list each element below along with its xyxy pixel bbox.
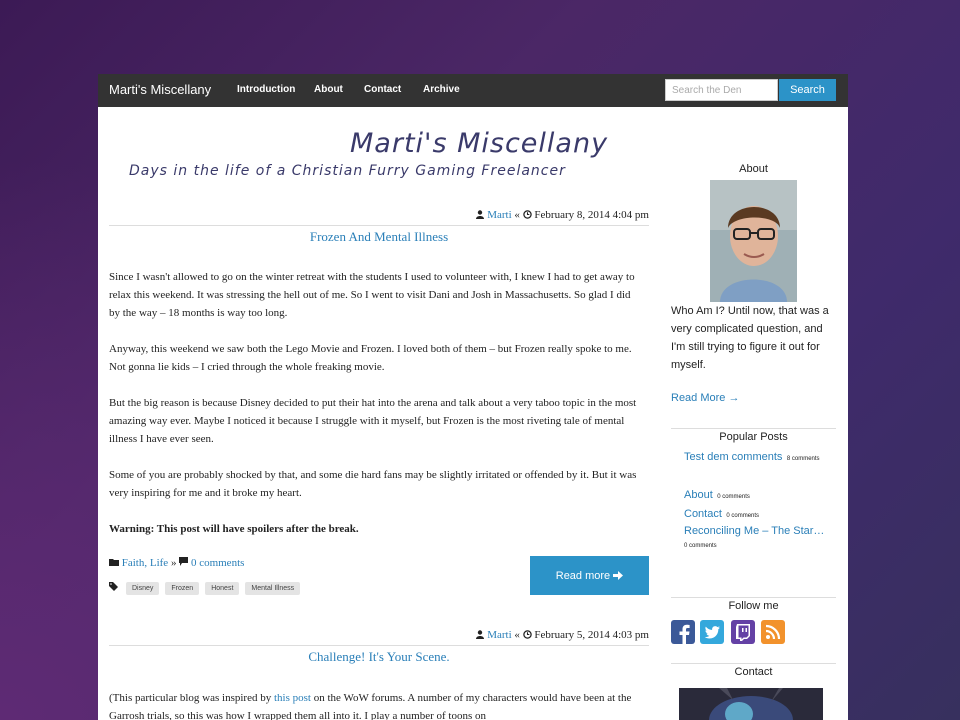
facebook-icon[interactable]: [671, 620, 695, 644]
popular-post-link[interactable]: Reconciling Me – The Star…: [684, 525, 839, 538]
clock-icon: [522, 210, 532, 219]
popular-post-count: 0 comments: [684, 543, 717, 549]
tags-icon: [109, 582, 118, 591]
meta-separator: «: [514, 629, 520, 641]
popular-post-item: Reconciling Me – The Star… 0 comments: [684, 525, 839, 553]
popular-post-item: About 0 comments: [684, 487, 839, 504]
tag[interactable]: Honest: [205, 582, 240, 595]
site-tagline: Days in the life of a Christian Furry Ga…: [129, 163, 566, 179]
post-author-link[interactable]: Marti: [487, 209, 511, 221]
post-meta: Marti « February 8, 2014 4:04 pm: [476, 209, 649, 221]
post-meta: Marti « February 5, 2014 4:03 pm: [476, 629, 649, 641]
clock-icon: [522, 630, 532, 639]
profile-photo: [710, 180, 797, 302]
nav-contact[interactable]: Contact: [364, 84, 401, 95]
divider: [671, 663, 836, 664]
post-categories: Faith, Life » 0 comments: [109, 557, 244, 569]
post-paragraph: (This particular blog was inspired by th…: [109, 689, 639, 720]
brand-link[interactable]: Marti's Miscellany: [109, 82, 211, 97]
post-date: February 5, 2014 4:03 pm: [534, 629, 649, 641]
about-text: Who Am I? Until now, that was a very com…: [671, 305, 829, 371]
post-warning: Warning: This post will have spoilers af…: [109, 523, 359, 535]
sidebar-read-more-link[interactable]: Read More →: [671, 392, 739, 404]
post-date: February 8, 2014 4:04 pm: [534, 209, 649, 221]
arrow-right-icon: [613, 570, 624, 580]
post-author-link[interactable]: Marti: [487, 629, 511, 641]
nav-about[interactable]: About: [314, 84, 343, 95]
divider: [671, 428, 836, 429]
post-title-link[interactable]: Frozen And Mental Illness: [109, 229, 649, 245]
about-heading: About: [739, 163, 768, 175]
meta-separator: «: [514, 209, 520, 221]
follow-heading: Follow me: [728, 600, 779, 612]
nav-archive[interactable]: Archive: [423, 84, 460, 95]
divider: [671, 597, 836, 598]
popular-posts-heading: Popular Posts: [719, 431, 788, 443]
folder-icon: [109, 559, 119, 566]
read-more-label: Read more: [555, 569, 611, 582]
popular-post-item: Contact 0 comments: [684, 506, 839, 523]
avatar: [710, 180, 797, 302]
popular-post-item: Test dem comments 8 comments: [684, 449, 839, 466]
post-paragraph: Some of you are probably shocked by that…: [109, 469, 637, 499]
contact-image[interactable]: [679, 688, 823, 720]
search-input[interactable]: [665, 79, 778, 101]
divider: [109, 645, 649, 646]
comment-icon: [179, 557, 189, 566]
post-title-link[interactable]: Challenge! It's Your Scene.: [109, 649, 649, 665]
divider: [109, 225, 649, 226]
category-links[interactable]: Faith, Life: [122, 557, 168, 569]
post-paragraph: Anyway, this weekend we saw both the Leg…: [109, 343, 632, 373]
user-icon: [476, 210, 485, 219]
search-button[interactable]: Search: [779, 79, 836, 101]
inline-link[interactable]: this post: [274, 692, 311, 704]
comments-link[interactable]: 0 comments: [191, 557, 244, 569]
twitter-icon[interactable]: [700, 620, 724, 644]
twitch-icon[interactable]: [731, 620, 755, 644]
popular-post-count: 8 comments: [786, 456, 820, 462]
top-navbar: Marti's Miscellany Introduction About Co…: [98, 74, 848, 107]
popular-post-count: 0 comments: [726, 513, 760, 519]
post-paragraph: But the big reason is because Disney dec…: [109, 397, 637, 445]
rss-icon[interactable]: [761, 620, 785, 644]
popular-post-link[interactable]: Contact: [684, 508, 722, 520]
nav-introduction[interactable]: Introduction: [237, 84, 295, 95]
tag[interactable]: Mental Illness: [245, 582, 301, 595]
post-paragraph: Since I wasn't allowed to go on the wint…: [109, 271, 635, 319]
user-icon: [476, 630, 485, 639]
site-title[interactable]: Marti's Miscellany: [350, 128, 608, 159]
popular-post-count: 0 comments: [717, 494, 750, 500]
popular-post-link[interactable]: Test dem comments: [684, 451, 782, 463]
cat-separator: »: [170, 557, 177, 569]
post-tags: Disney Frozen Honest Mental Illness: [109, 577, 302, 595]
page-container: Marti's Miscellany Introduction About Co…: [98, 74, 848, 720]
tag[interactable]: Disney: [126, 582, 160, 595]
tag[interactable]: Frozen: [165, 582, 200, 595]
paragraph-text: (This particular blog was inspired by: [109, 692, 274, 704]
popular-post-link[interactable]: About: [684, 489, 713, 501]
read-more-button[interactable]: Read more: [530, 556, 649, 595]
contact-heading: Contact: [734, 666, 773, 678]
